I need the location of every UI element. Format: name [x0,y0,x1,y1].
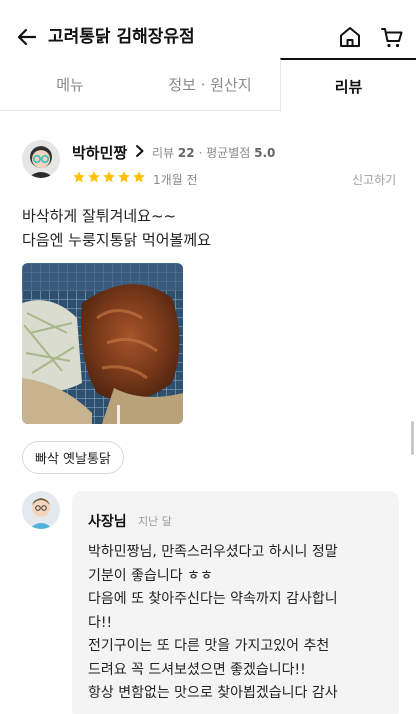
ordered-menu-tag[interactable]: 빠삭 옛날통닭 [22,441,124,474]
star-icon [88,171,100,183]
cart-button[interactable] [379,24,405,50]
tab-menu[interactable]: 메뉴 [0,58,140,111]
reviewer-name[interactable]: 박하민짱 [72,142,127,163]
stats-separator: · [198,146,203,160]
reply-text-line: 드려요 꼭 드셔보셨으면 좋겠습니다!! [88,661,306,678]
reply-text-line: 기분이 좋습니다 ㅎㅎ [88,567,213,584]
review-count: 22 [177,146,195,160]
chevron-right-icon [136,145,144,157]
review-text-line: 바삭하게 잘튀겨네요~~ [22,207,177,225]
star-icon [103,171,115,183]
reply-text: 박하민짱님, 만족스러우셨다고 하시니 정말 기분이 좋습니다 ㅎㅎ 다음에 또… [88,541,388,706]
star-icon [73,171,85,183]
reviewer-avatar-image [22,140,60,178]
tab-review[interactable]: 리뷰 [280,58,416,112]
reply-text-line: 박하민짱님, 만족스러우셨다고 하시니 정말 [88,544,338,560]
reviewer-avatar[interactable] [22,140,60,178]
report-link[interactable]: 신고하기 [352,171,396,188]
star-rating [72,170,146,188]
home-button[interactable] [337,24,363,50]
back-button[interactable] [14,24,40,50]
cart-icon [381,28,403,48]
scrollbar[interactable] [411,421,414,455]
star-icon [118,171,130,183]
owner-avatar-image [22,491,60,529]
review-text: 바삭하게 잘튀겨네요~~ 다음엔 누룽지통닭 먹어볼께요 [22,204,392,252]
fried-chicken-photo [22,263,183,424]
back-arrow-icon [17,28,37,46]
owner-name: 사장님 [88,514,127,530]
owner-reply: 사장님 지난 달 박하민짱님, 만족스러우셨다고 하시니 정말 기분이 좋습니다… [72,491,399,714]
star-icon [133,171,145,183]
tab-info-origin[interactable]: 정보 · 원산지 [140,58,280,111]
reply-text-line: 다!! [88,614,113,631]
review-count-label: 리뷰 [152,146,175,160]
review-date: 1개월 전 [153,173,198,187]
reply-text-line: 다음에 또 찾아주신다는 약속까지 감사합니 [88,591,338,607]
store-title: 고려통닭 김해장유점 [48,27,195,47]
review-photo[interactable] [22,263,183,424]
avg-rating-label: 평균별점 [206,146,251,160]
reply-text-line: 항상 변함없는 맛으로 찾아뵙겠습니다 감사 [88,685,338,701]
avg-rating: 5.0 [254,146,276,160]
review-text-line: 다음엔 누룽지통닭 먹어볼께요 [22,231,211,249]
reply-text-line: 전기구이는 또 다른 맛을 가지고있어 추천 [88,638,330,654]
reviewer-stats: 리뷰 22 · 평균별점 5.0 [152,144,275,161]
reply-date: 지난 달 [138,515,172,528]
store-tabs: 메뉴 정보 · 원산지 리뷰 [0,58,416,112]
home-icon [340,27,360,47]
owner-avatar [22,491,60,529]
